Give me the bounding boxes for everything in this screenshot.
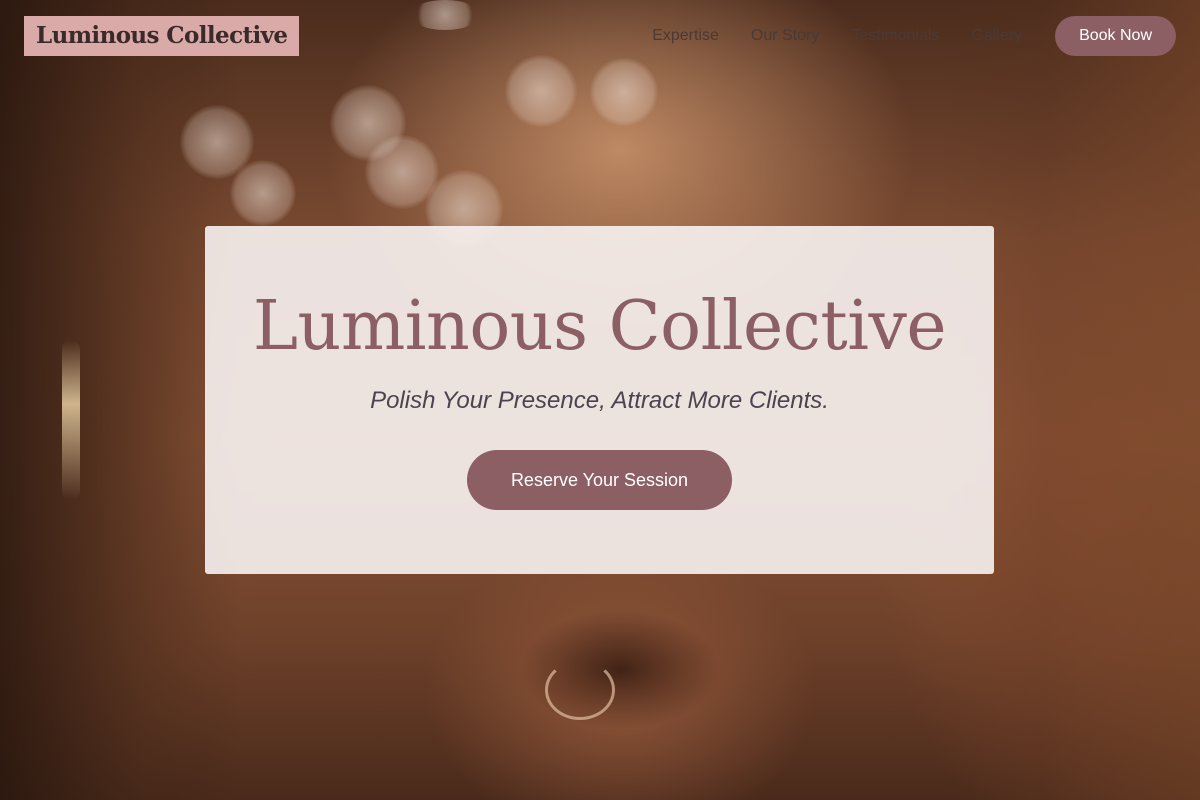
nose-shadow	[520, 610, 720, 730]
reserve-session-button[interactable]: Reserve Your Session	[467, 450, 732, 510]
bokeh-light	[230, 160, 296, 226]
nav-link-gallery[interactable]: Gallery	[971, 27, 1022, 45]
main-nav: Expertise Our Story Testimonials Gallery…	[652, 16, 1176, 56]
hero-title: Luminous Collective	[252, 287, 947, 366]
nav-link-expertise[interactable]: Expertise	[652, 27, 719, 45]
nav-link-our-story[interactable]: Our Story	[751, 27, 819, 45]
bokeh-light	[590, 58, 658, 126]
nav-link-testimonials[interactable]: Testimonials	[851, 27, 939, 45]
earring-highlight	[62, 340, 80, 500]
hero-tagline: Polish Your Presence, Attract More Clien…	[370, 387, 829, 414]
site-logo[interactable]: Luminous Collective	[24, 16, 300, 56]
book-now-button[interactable]: Book Now	[1055, 16, 1176, 56]
hero-card: Luminous Collective Polish Your Presence…	[205, 226, 994, 574]
bokeh-light	[505, 55, 577, 127]
bokeh-light	[410, 0, 480, 30]
nose-ring	[545, 660, 615, 720]
